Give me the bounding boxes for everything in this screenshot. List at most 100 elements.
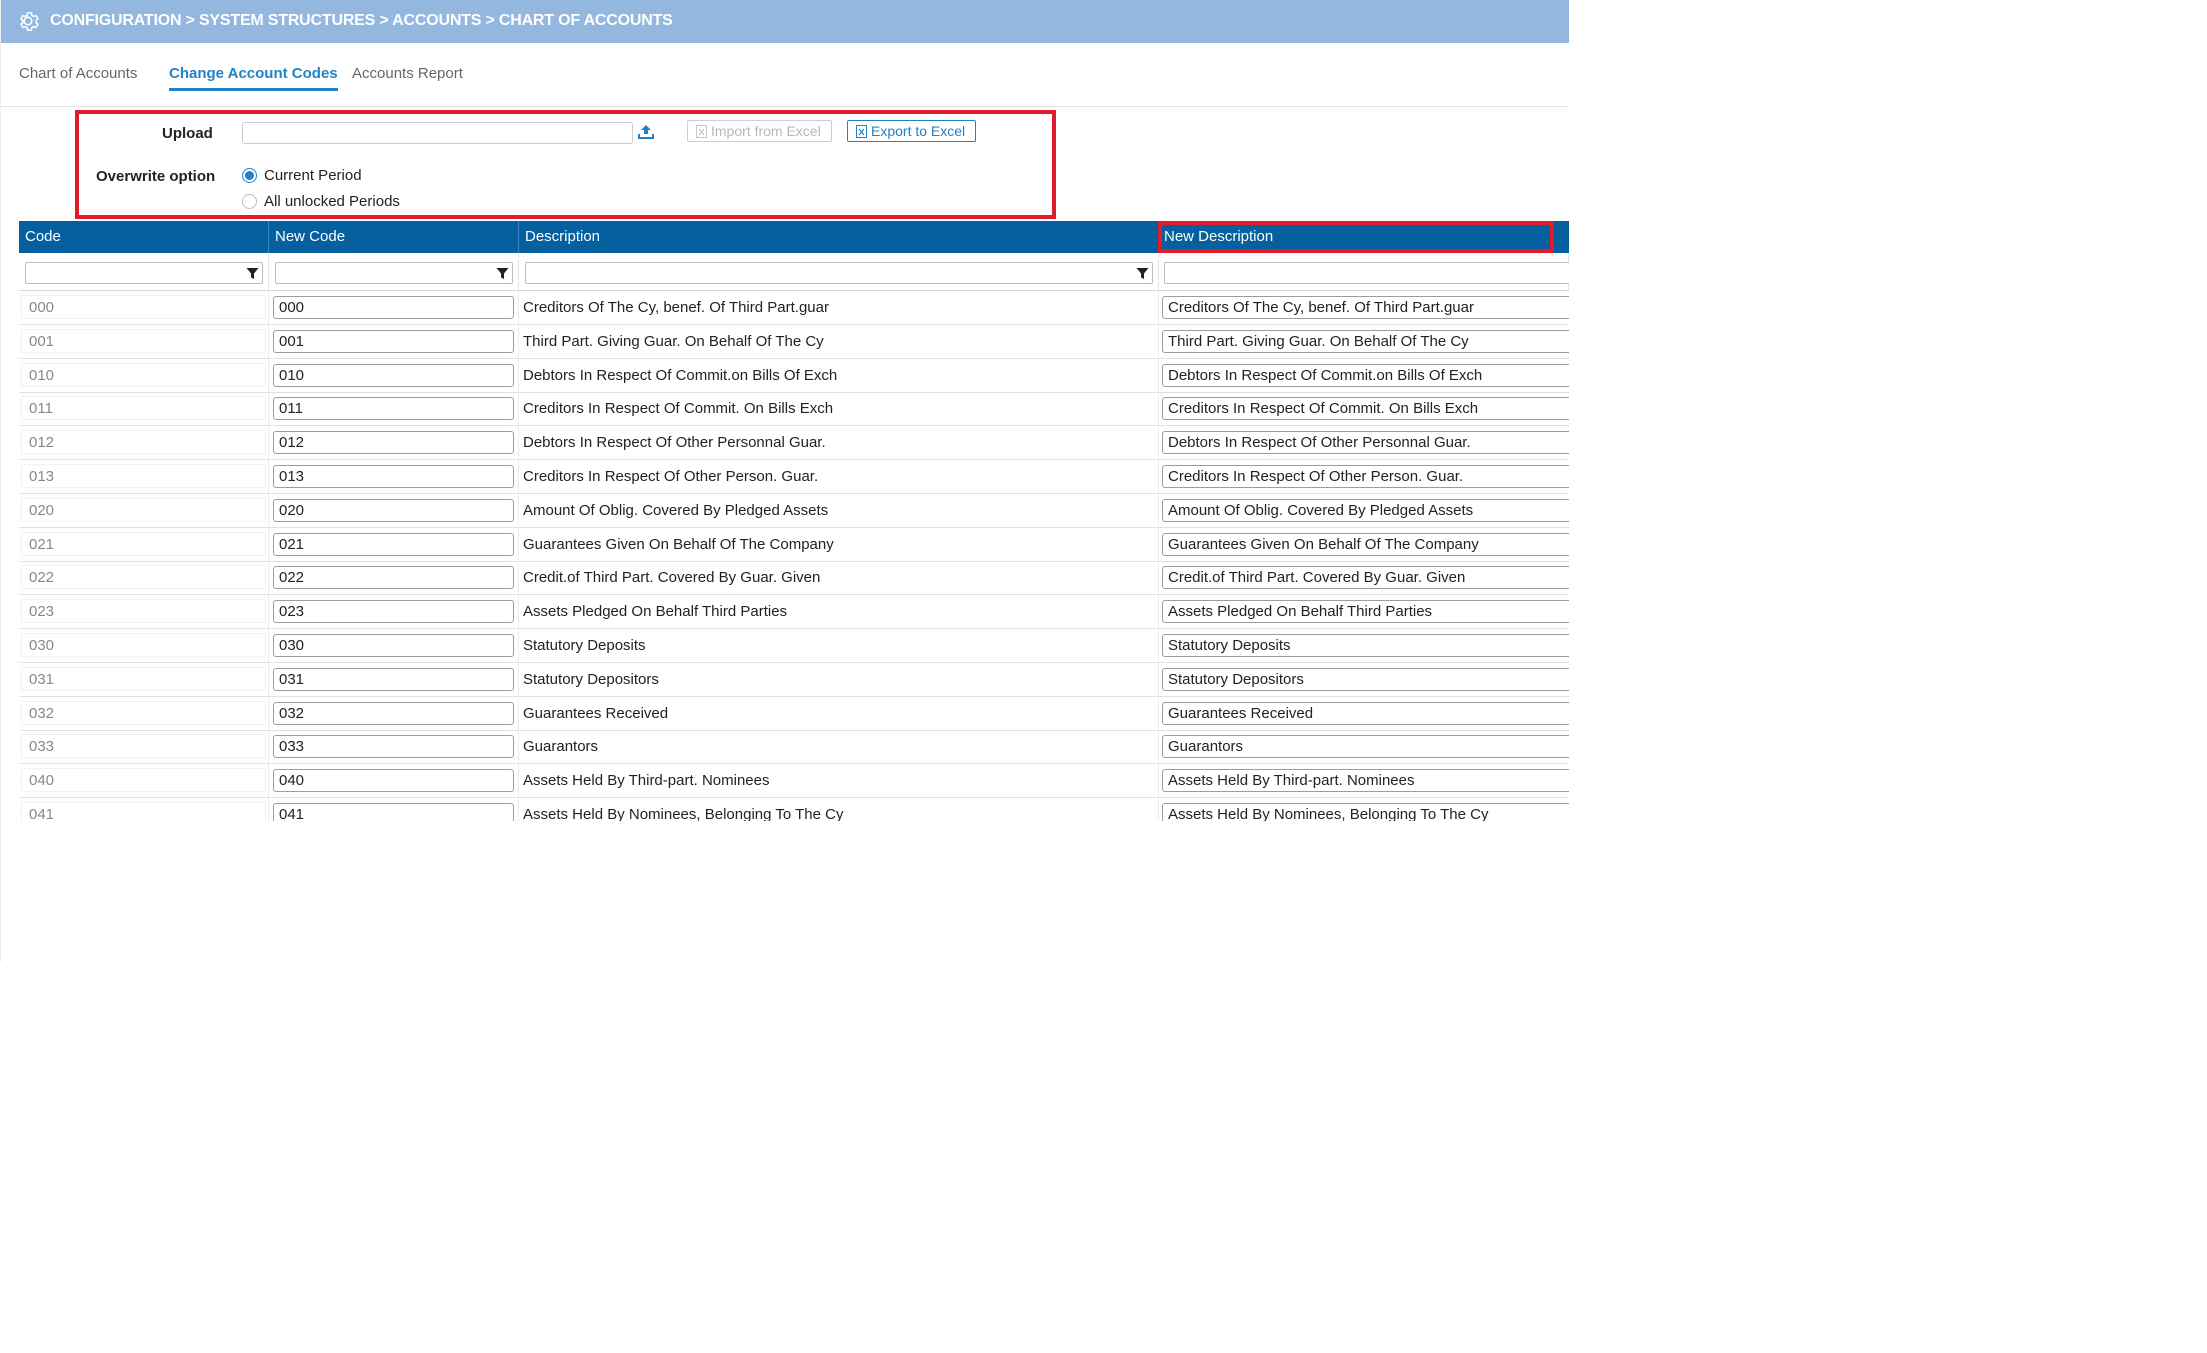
- cell-new-code: 020: [269, 493, 519, 528]
- new-description-input[interactable]: Guarantees Received: [1162, 701, 1569, 725]
- new-code-input[interactable]: 022: [273, 566, 514, 590]
- new-code-input[interactable]: 020: [273, 498, 514, 522]
- cell-new-description: Assets Held By Nominees, Belonging To Th…: [1158, 798, 1569, 821]
- description-value: Creditors In Respect Of Commit. On Bills…: [523, 400, 834, 418]
- new-description-input[interactable]: Creditors Of The Cy, benef. Of Third Par…: [1162, 296, 1569, 319]
- description-value: Creditors Of The Cy, benef. Of Third Par…: [523, 299, 829, 316]
- new-description-input[interactable]: Assets Held By Nominees, Belonging To Th…: [1162, 803, 1569, 821]
- new-code-input[interactable]: 000: [273, 296, 514, 319]
- new-code-input[interactable]: 040: [273, 769, 514, 793]
- cell-description: Creditors Of The Cy, benef. Of Third Par…: [519, 291, 1159, 325]
- cell-description: Assets Held By Nominees, Belonging To Th…: [519, 798, 1159, 821]
- filter-input-description[interactable]: [525, 262, 1153, 284]
- cell-description: Credit.of Third Part. Covered By Guar. G…: [519, 561, 1159, 596]
- column-header-new-code[interactable]: New Code: [269, 221, 519, 253]
- new-code-input[interactable]: 023: [273, 600, 514, 624]
- cell-new-description: Debtors In Respect Of Commit.on Bills Of…: [1158, 359, 1569, 393]
- description-value: Guarantees Given On Behalf Of The Compan…: [523, 535, 834, 553]
- filter-row: [19, 253, 1569, 291]
- column-header-description[interactable]: Description: [519, 221, 1159, 253]
- new-code-input[interactable]: 031: [273, 667, 514, 691]
- new-code-input[interactable]: 011: [273, 397, 514, 421]
- cell-new-code: 012: [269, 426, 519, 461]
- import-from-excel-button[interactable]: Import from Excel: [687, 120, 832, 142]
- column-header-new-description[interactable]: New Description: [1158, 221, 1554, 253]
- new-description-input[interactable]: Guarantors: [1162, 735, 1569, 759]
- new-description-input[interactable]: Credit.of Third Part. Covered By Guar. G…: [1162, 566, 1569, 590]
- export-to-excel-button[interactable]: Export to Excel: [847, 120, 977, 142]
- new-description-input[interactable]: Guarantees Given On Behalf Of The Compan…: [1162, 532, 1569, 556]
- cell-new-description: Creditors Of The Cy, benef. Of Third Par…: [1158, 291, 1569, 325]
- new-description-input[interactable]: Third Part. Giving Guar. On Behalf Of Th…: [1162, 329, 1569, 353]
- radio-current-period[interactable]: Current Period: [242, 167, 362, 184]
- description-value: Debtors In Respect Of Commit.on Bills Of…: [523, 366, 838, 384]
- code-value: 022: [21, 565, 266, 590]
- new-code-input[interactable]: 032: [273, 701, 514, 725]
- radio-all-unlocked-periods[interactable]: All unlocked Periods: [242, 193, 400, 210]
- top-header-bar: CONFIGURATION > SYSTEM STRUCTURES > ACCO…: [1, 0, 1569, 43]
- cell-new-code: 031: [269, 662, 519, 697]
- new-description-input[interactable]: Statutory Deposits: [1162, 634, 1569, 657]
- cell-description: Creditors In Respect Of Commit. On Bills…: [519, 392, 1159, 427]
- tab-chart-of-accounts[interactable]: Chart of Accounts: [19, 65, 137, 82]
- cell-new-code: 041: [269, 798, 519, 821]
- cell-code: 000: [19, 291, 269, 325]
- table-row: 032 032 Guarantees Received Guarantees Rece…: [19, 696, 1569, 731]
- upload-icon[interactable]: [637, 123, 655, 141]
- cell-description: Statutory Deposits: [519, 629, 1159, 663]
- new-code-input[interactable]: 041: [273, 803, 514, 821]
- new-description-input[interactable]: Assets Held By Third-part. Nominees: [1162, 769, 1569, 793]
- cell-new-description: Credit.of Third Part. Covered By Guar. G…: [1158, 561, 1569, 595]
- new-description-input[interactable]: Assets Pledged On Behalf Third Parties: [1162, 600, 1569, 624]
- code-value: 013: [21, 464, 266, 488]
- new-code-input[interactable]: 021: [273, 532, 514, 556]
- page: CONFIGURATION > SYSTEM STRUCTURES > ACCO…: [0, 0, 1569, 962]
- description-value: Amount Of Oblig. Covered By Pledged Asse…: [523, 501, 829, 519]
- code-value: 020: [21, 497, 266, 522]
- code-value: 000: [21, 295, 266, 319]
- code-value: 030: [21, 633, 266, 657]
- cell-new-description: Amount Of Oblig. Covered By Pledged Asse…: [1158, 494, 1569, 528]
- new-description-input[interactable]: Creditors In Respect Of Other Person. Gu…: [1162, 465, 1569, 488]
- new-description-input[interactable]: Creditors In Respect Of Commit. On Bills…: [1162, 397, 1569, 421]
- new-code-input[interactable]: 012: [273, 431, 514, 455]
- new-code-input[interactable]: 013: [273, 465, 514, 488]
- gear-icon[interactable]: [15, 8, 41, 34]
- cell-description: Guarantees Given On Behalf Of The Compan…: [519, 527, 1159, 562]
- column-header-code[interactable]: Code: [19, 221, 269, 253]
- cell-new-code: 001: [269, 324, 519, 359]
- filter-input-new-description[interactable]: [1164, 262, 1569, 284]
- cell-new-code: 030: [269, 629, 519, 663]
- new-description-input[interactable]: Amount Of Oblig. Covered By Pledged Asse…: [1162, 498, 1569, 522]
- filter-input-code[interactable]: [25, 262, 263, 284]
- description-value: Third Part. Giving Guar. On Behalf Of Th…: [523, 332, 824, 350]
- new-code-input[interactable]: 010: [273, 363, 514, 387]
- new-code-input[interactable]: 030: [273, 634, 514, 657]
- filter-cell-new-description: [1158, 253, 1569, 291]
- tab-change-account-codes[interactable]: Change Account Codes: [169, 65, 338, 91]
- cell-description: Debtors In Respect Of Other Personnal Gu…: [519, 426, 1159, 461]
- new-description-input[interactable]: Debtors In Respect Of Commit.on Bills Of…: [1162, 363, 1569, 387]
- filter-icon[interactable]: [1136, 267, 1149, 280]
- table-row: 041 041 Assets Held By Nominees, Belonging…: [19, 798, 1569, 821]
- cell-code: 041: [19, 798, 269, 821]
- upload-label: Upload: [162, 125, 213, 142]
- new-code-input[interactable]: 033: [273, 735, 514, 759]
- excel-file-icon: [696, 124, 707, 138]
- cell-new-code: 023: [269, 595, 519, 630]
- upload-file-input[interactable]: [242, 122, 633, 144]
- cell-code: 013: [19, 460, 269, 494]
- radio-all-unlocked-periods-label: All unlocked Periods: [264, 193, 400, 210]
- table-row: 010 010 Debtors In Respect Of Commit.on Bi…: [19, 358, 1569, 393]
- filter-icon[interactable]: [246, 267, 259, 280]
- new-code-input[interactable]: 001: [273, 329, 514, 353]
- accounts-grid: Code New Code Description New Descriptio…: [19, 221, 1569, 821]
- new-description-input[interactable]: Statutory Depositors: [1162, 667, 1569, 691]
- filter-cell-description: [519, 253, 1159, 291]
- tab-accounts-report[interactable]: Accounts Report: [352, 65, 463, 82]
- filter-cell-code: [19, 253, 269, 291]
- filter-icon[interactable]: [496, 267, 509, 280]
- filter-input-new-code[interactable]: [275, 262, 513, 284]
- cell-description: Assets Held By Third-part. Nominees: [519, 764, 1159, 799]
- new-description-input[interactable]: Debtors In Respect Of Other Personnal Gu…: [1162, 431, 1569, 455]
